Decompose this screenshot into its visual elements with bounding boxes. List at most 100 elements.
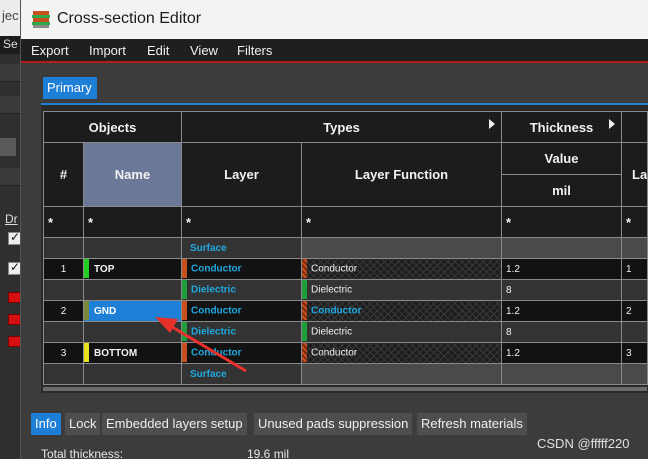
name-color-bar — [84, 343, 89, 362]
layer-color-swatch — [182, 322, 187, 341]
group-header-extra — [620, 111, 648, 143]
horizontal-scrollbar[interactable] — [43, 387, 647, 391]
group-header-types-label: Types — [323, 119, 360, 135]
cell-name[interactable] — [83, 237, 182, 259]
cell-layer-function[interactable]: Conductor — [301, 300, 502, 322]
cell-layer-function[interactable]: Conductor — [301, 342, 502, 364]
cell-last[interactable]: 2 — [620, 300, 648, 322]
tab-refresh-materials[interactable]: Refresh materials — [417, 413, 527, 435]
cell-layer-function[interactable]: Dielectric — [301, 321, 502, 343]
group-header-objects: Objects — [43, 111, 182, 143]
tab-lock[interactable]: Lock — [65, 413, 101, 435]
stackup-grid-frame: Objects Types Thickness # Name Layer Lay… — [41, 103, 648, 393]
cell-thickness[interactable]: 8 — [501, 279, 622, 301]
filter-layer-function[interactable]: * — [301, 206, 502, 238]
group-header-thickness[interactable]: Thickness — [501, 111, 622, 143]
filter-last[interactable]: * — [620, 206, 648, 238]
cell-thickness[interactable]: 1.2 — [501, 342, 622, 364]
cell-layer[interactable]: Conductor — [181, 300, 302, 322]
cell-number[interactable]: 3 — [43, 342, 84, 364]
tab-primary[interactable]: Primary — [43, 77, 97, 99]
menu-filters[interactable]: Filters — [237, 43, 272, 58]
tab-embedded-layers-setup[interactable]: Embedded layers setup — [102, 413, 247, 435]
cell-last[interactable] — [620, 279, 648, 301]
table-row[interactable]: Surface — [43, 363, 648, 385]
cell-layer-function[interactable]: Dielectric — [301, 279, 502, 301]
cell-number[interactable]: 1 — [43, 258, 84, 280]
cell-layer-function-text: Conductor — [311, 347, 358, 359]
layer-color-swatch — [182, 280, 187, 299]
table-row[interactable]: Dielectric Dielectric 8 — [43, 321, 648, 343]
cell-layer[interactable]: Dielectric — [181, 279, 302, 301]
cell-name[interactable] — [83, 279, 182, 301]
group-header-thickness-label: Thickness — [529, 119, 594, 135]
cell-number[interactable] — [43, 237, 84, 259]
expand-right-icon[interactable] — [489, 119, 495, 129]
table-row[interactable]: 2 GND Conductor Conductor 1.2 2 — [43, 300, 648, 322]
filter-thickness[interactable]: * — [501, 206, 622, 238]
background-app-link[interactable]: Dr — [5, 212, 18, 226]
column-header-last[interactable]: La — [620, 142, 648, 207]
table-row[interactable]: 3 BOTTOM Conductor Conductor 1.2 3 — [43, 342, 648, 364]
cell-thickness[interactable] — [501, 363, 622, 385]
cell-thickness[interactable]: 8 — [501, 321, 622, 343]
column-header-name[interactable]: Name — [83, 142, 182, 207]
cell-layer-text: Conductor — [191, 305, 242, 317]
layer-stack-icon — [32, 11, 50, 28]
cell-name[interactable]: TOP — [83, 258, 182, 280]
column-header-number[interactable]: # — [43, 142, 84, 207]
column-header-unit[interactable]: mil — [501, 174, 622, 207]
name-color-bar — [84, 259, 89, 278]
cell-number[interactable]: 2 — [43, 300, 84, 322]
cell-thickness[interactable]: 1.2 — [501, 300, 622, 322]
cell-layer-function-text: Dielectric — [311, 326, 353, 338]
stackup-grid: Objects Types Thickness # Name Layer Lay… — [43, 111, 648, 385]
cell-last[interactable]: 3 — [620, 342, 648, 364]
cell-last[interactable] — [620, 321, 648, 343]
cell-layer[interactable]: Surface — [181, 363, 302, 385]
cell-last[interactable]: 1 — [620, 258, 648, 280]
cell-layer-function[interactable]: Conductor — [301, 258, 502, 280]
menu-view[interactable]: View — [190, 43, 218, 58]
table-row[interactable]: 1 TOP Conductor Conductor 1.2 1 — [43, 258, 648, 280]
watermark: CSDN @fffff220 — [537, 436, 630, 451]
cell-name[interactable]: BOTTOM — [83, 342, 182, 364]
cell-layer-function[interactable] — [301, 363, 502, 385]
filter-number[interactable]: * — [43, 206, 84, 238]
filter-name[interactable]: * — [83, 206, 182, 238]
cell-number[interactable] — [43, 321, 84, 343]
cell-thickness[interactable]: 1.2 — [501, 258, 622, 280]
column-header-layer-function[interactable]: Layer Function — [301, 142, 502, 207]
table-row[interactable]: Dielectric Dielectric 8 — [43, 279, 648, 301]
cell-layer[interactable]: Dielectric — [181, 321, 302, 343]
menu-bar: Export Import Edit View Filters — [21, 39, 648, 63]
cell-name[interactable] — [83, 363, 182, 385]
cell-layer-text: Conductor — [191, 347, 242, 359]
tab-info[interactable]: Info — [31, 413, 61, 435]
cell-layer-function[interactable] — [301, 237, 502, 259]
function-color-swatch — [302, 259, 307, 278]
menu-import[interactable]: Import — [89, 43, 126, 58]
cell-last[interactable] — [620, 363, 648, 385]
tab-unused-pads-suppression[interactable]: Unused pads suppression — [254, 413, 413, 435]
filter-layer[interactable]: * — [181, 206, 302, 238]
editor-content: Primary Objects Types Thickness # Name L… — [21, 63, 648, 459]
background-app-menu-label: Se — [3, 37, 18, 51]
cell-layer[interactable]: Surface — [181, 237, 302, 259]
cell-layer[interactable]: Conductor — [181, 258, 302, 280]
cell-layer[interactable]: Conductor — [181, 342, 302, 364]
cell-name[interactable] — [83, 321, 182, 343]
menu-edit[interactable]: Edit — [147, 43, 169, 58]
column-header-layer[interactable]: Layer — [181, 142, 302, 207]
cell-number[interactable] — [43, 363, 84, 385]
expand-right-icon[interactable] — [609, 119, 615, 129]
cell-name[interactable]: GND — [83, 300, 182, 322]
cell-last[interactable] — [620, 237, 648, 259]
cell-thickness[interactable] — [501, 237, 622, 259]
group-header-types[interactable]: Types — [181, 111, 502, 143]
cell-number[interactable] — [43, 279, 84, 301]
menu-export[interactable]: Export — [31, 43, 69, 58]
background-app-title: jec — [2, 8, 19, 23]
column-header-value[interactable]: Value — [501, 142, 622, 175]
table-row[interactable]: Surface — [43, 237, 648, 259]
